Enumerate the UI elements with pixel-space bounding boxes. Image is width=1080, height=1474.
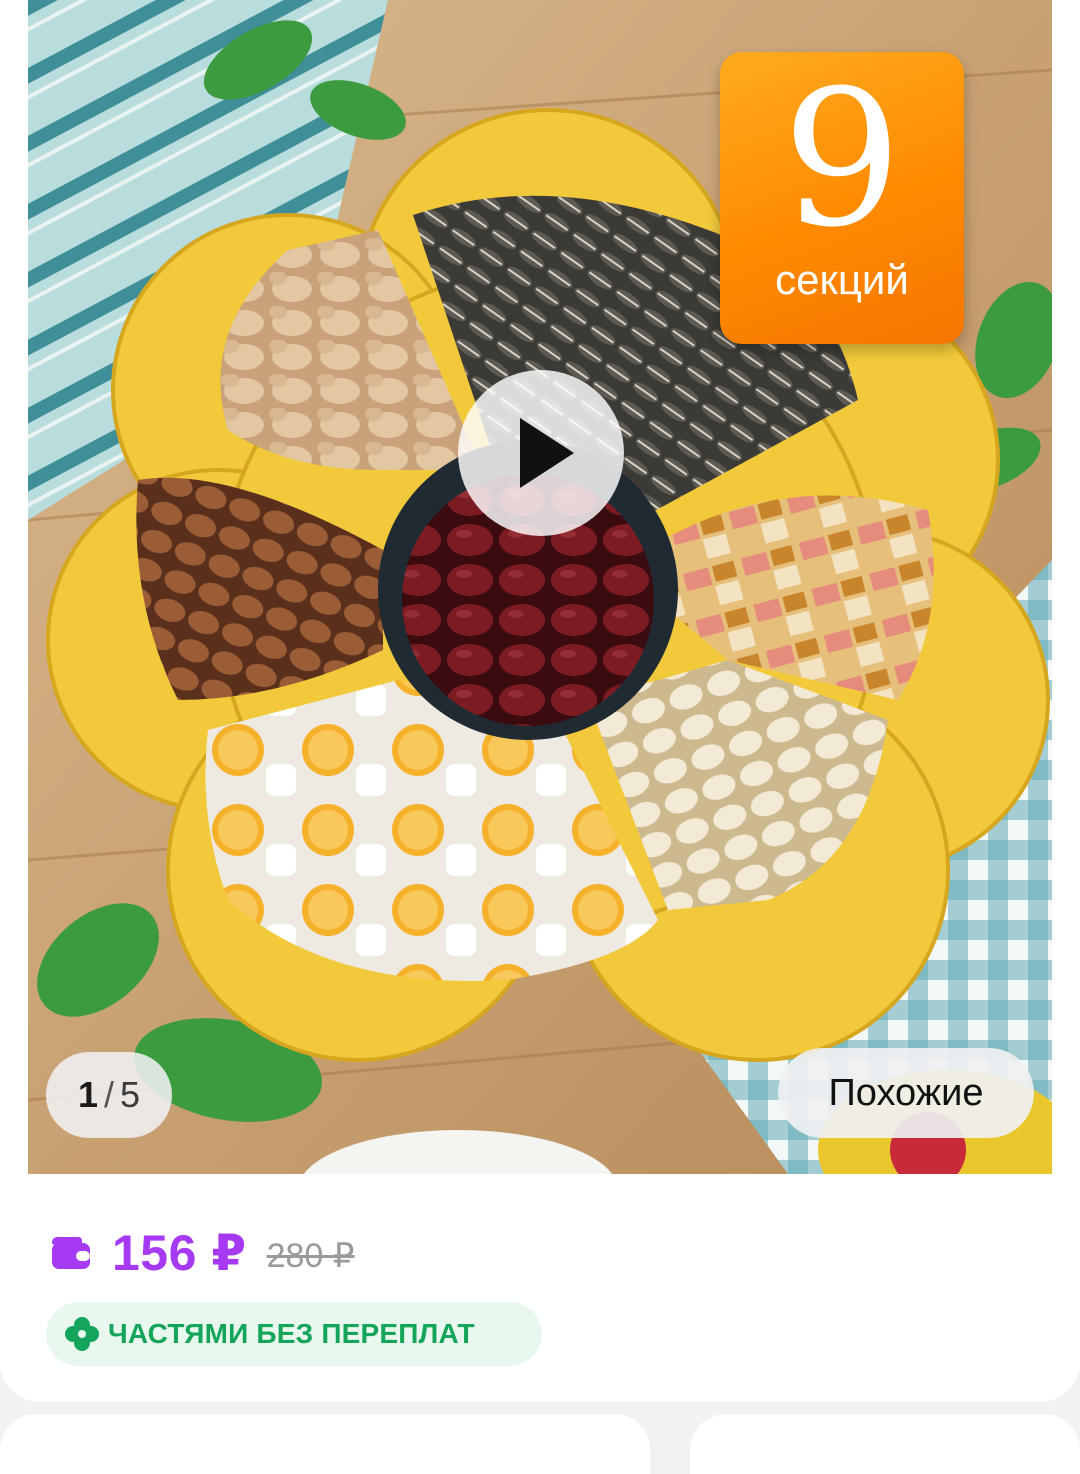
similar-products-label: Похожие	[828, 1071, 984, 1114]
clover-icon	[65, 1317, 99, 1351]
price-row: 156 ₽ 280 ₽	[48, 1218, 354, 1288]
next-card	[0, 1414, 650, 1474]
installments-badge[interactable]: ЧАСТЯМИ БЕЗ ПЕРЕПЛАТ	[46, 1302, 542, 1366]
play-video-button[interactable]	[458, 370, 624, 536]
gallery-current-index: 1	[77, 1074, 98, 1115]
old-price: 280 ₽	[266, 1237, 355, 1275]
gallery-separator: /	[103, 1074, 114, 1115]
sections-unit: секций	[775, 256, 909, 303]
next-card	[690, 1414, 1080, 1474]
play-icon	[520, 418, 574, 488]
sections-count: 9	[782, 50, 902, 269]
product-card: 9 секций 1 / 5 Похожие 156 ₽ 280 ₽ ЧАСТЯ…	[0, 0, 1080, 1402]
gallery-counter: 1 / 5	[46, 1052, 172, 1138]
similar-products-button[interactable]: Похожие	[778, 1048, 1034, 1138]
product-image-gallery[interactable]: 9 секций 1 / 5 Похожие	[28, 0, 1052, 1174]
current-price: 156 ₽	[112, 1225, 247, 1281]
installments-label: ЧАСТЯМИ БЕЗ ПЕРЕПЛАТ	[108, 1318, 475, 1349]
gallery-total: 5	[120, 1074, 141, 1115]
wallet-icon	[52, 1237, 90, 1269]
sections-badge: 9 секций	[720, 52, 964, 344]
